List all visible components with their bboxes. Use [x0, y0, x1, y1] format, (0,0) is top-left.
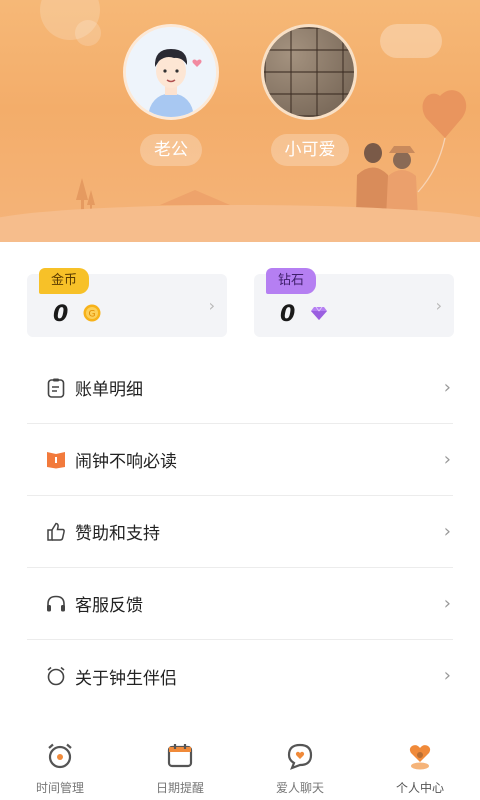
- tab-label: 爱人聊天: [275, 781, 324, 795]
- chat-heart-icon: [287, 743, 313, 770]
- tab-label: 日期提醒: [155, 781, 204, 795]
- coin-badge: 金币: [39, 268, 90, 294]
- calendar-icon: [167, 744, 193, 768]
- book-icon: [45, 449, 67, 471]
- tab-time-management[interactable]: 时间管理: [0, 730, 120, 800]
- ground-hill: [0, 205, 480, 242]
- diamond-card[interactable]: 钻石 0 ›: [254, 268, 454, 337]
- chevron-right-icon: ›: [443, 521, 451, 542]
- tab-label: 个人中心: [395, 781, 444, 795]
- diamond-balance: 0: [280, 302, 296, 327]
- menu-item-label: 闹钟不响必读: [75, 452, 177, 472]
- bill-icon: [45, 377, 67, 399]
- chevron-right-icon: ›: [208, 296, 215, 315]
- tab-lover-chat[interactable]: 爱人聊天: [240, 730, 360, 800]
- gold-coin-icon: G: [83, 304, 101, 322]
- husband-name-tag[interactable]: 老公: [140, 134, 202, 166]
- coin-card[interactable]: 金币 0 G ›: [27, 268, 227, 337]
- profile-header: 老公 小可爱: [0, 0, 480, 242]
- coin-balance: 0: [53, 302, 69, 327]
- tab-label: 时间管理: [35, 781, 84, 795]
- man-avatar-illustration: [126, 27, 216, 117]
- settings-menu: 账单明细 › 闹钟不响必读 › 赞助和支持 › 客服反馈 › 关于钟生伴侣 ›: [27, 352, 453, 712]
- thumbs-up-icon: [45, 521, 67, 543]
- husband-avatar[interactable]: [123, 24, 219, 120]
- menu-item-label: 客服反馈: [75, 596, 143, 616]
- bottom-tab-bar: 时间管理 日期提醒 爱人聊天 个人中心: [0, 730, 480, 800]
- menu-item-about[interactable]: 关于钟生伴侣 ›: [27, 640, 453, 712]
- purple-diamond-icon: [311, 306, 327, 320]
- tab-date-reminder[interactable]: 日期提醒: [120, 730, 240, 800]
- chevron-right-icon: ›: [435, 296, 442, 315]
- headset-icon: [45, 593, 67, 615]
- chevron-right-icon: ›: [443, 449, 451, 470]
- diamond-badge: 钻石: [266, 268, 317, 294]
- menu-item-label: 账单明细: [75, 380, 143, 400]
- svg-text:G: G: [89, 310, 96, 320]
- chevron-right-icon: ›: [443, 593, 451, 614]
- wife-avatar[interactable]: [261, 24, 357, 120]
- heart-person-icon: [409, 745, 431, 770]
- chevron-right-icon: ›: [443, 377, 451, 398]
- alarm-clock-icon: [48, 743, 72, 769]
- menu-item-alarm-guide[interactable]: 闹钟不响必读 ›: [27, 424, 453, 496]
- menu-item-label: 关于钟生伴侣: [75, 668, 177, 689]
- chevron-right-icon: ›: [443, 665, 451, 686]
- clock-icon: [45, 665, 67, 687]
- tab-personal-center[interactable]: 个人中心: [360, 730, 480, 800]
- menu-item-bill-details[interactable]: 账单明细 ›: [27, 352, 453, 424]
- menu-item-sponsor-support[interactable]: 赞助和支持 ›: [27, 496, 453, 568]
- wife-name-tag[interactable]: 小可爱: [271, 134, 349, 166]
- menu-item-customer-service[interactable]: 客服反馈 ›: [27, 568, 453, 640]
- menu-item-label: 赞助和支持: [75, 524, 160, 544]
